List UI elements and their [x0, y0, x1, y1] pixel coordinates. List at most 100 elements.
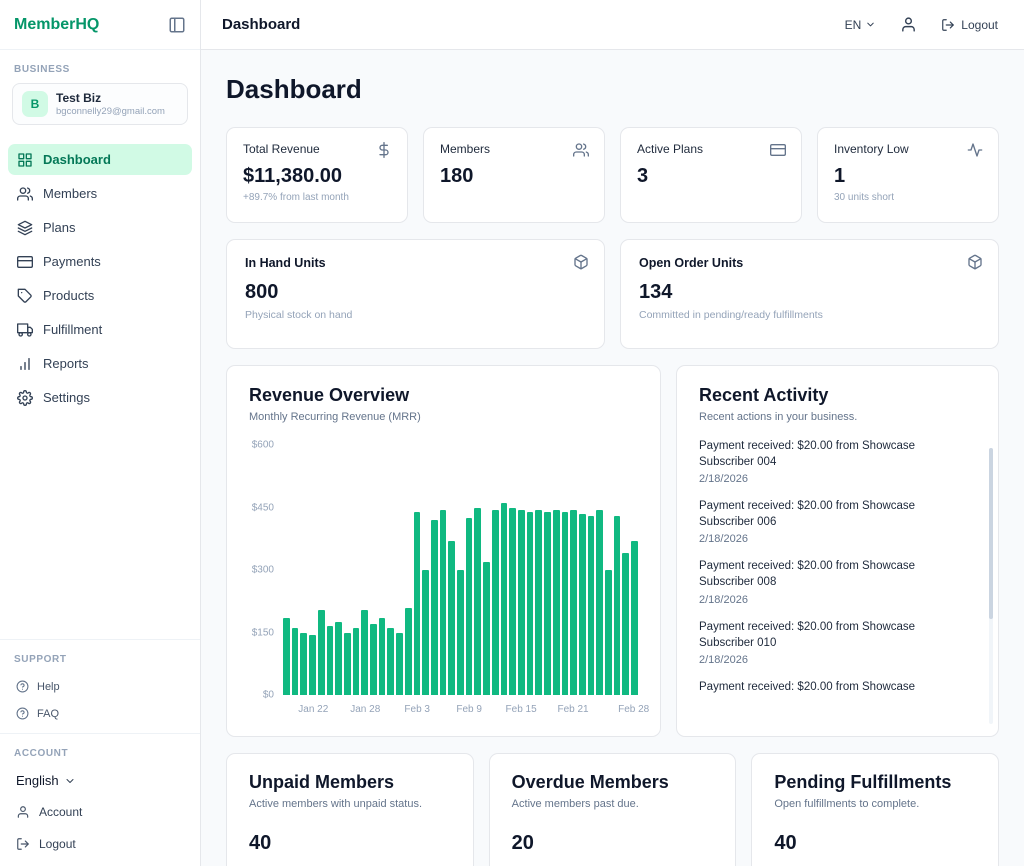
chart-bar	[474, 508, 481, 696]
sidebar-item-fulfillment[interactable]: Fulfillment	[8, 314, 192, 345]
sidebar-item-account[interactable]: Account	[0, 796, 200, 828]
chart-bar	[422, 570, 429, 695]
activity-text: Payment received: $20.00 from Showcase S…	[699, 438, 964, 470]
charts-row: Revenue Overview Monthly Recurring Reven…	[226, 365, 999, 737]
app-root: MemberHQ BUSINESS B Test Biz bgconnelly2…	[0, 0, 1024, 866]
activity-scrollbar-thumb[interactable]	[989, 448, 993, 619]
language-label: English	[16, 773, 59, 788]
chart-bar	[588, 516, 595, 695]
logout-button[interactable]: Logout	[941, 18, 998, 32]
chart-bar	[344, 633, 351, 696]
chart-bar	[448, 541, 455, 695]
support-section: SUPPORT Help FAQ	[0, 639, 200, 733]
x-axis-tick-label: Feb 21	[557, 704, 588, 715]
stat-label: Active Plans	[637, 142, 785, 156]
sidebar-item-reports[interactable]: Reports	[8, 348, 192, 379]
stat-sub: 30 units short	[834, 192, 982, 203]
business-avatar: B	[22, 91, 48, 117]
stat-sub: +89.7% from last month	[243, 192, 391, 203]
stat-label: Members	[440, 142, 588, 156]
topbar: Dashboard EN Logout	[201, 0, 1024, 50]
x-axis-tick-label: Feb 3	[404, 704, 430, 715]
chart-bar	[370, 624, 377, 695]
activity-list-item: Payment received: $20.00 from Showcase	[699, 679, 964, 695]
stats-row: Total Revenue $11,380.00 +89.7% from las…	[226, 127, 999, 223]
sidebar-item-settings[interactable]: Settings	[8, 382, 192, 413]
members-icon	[17, 186, 33, 202]
activity-list-item: Payment received: $20.00 from Showcase S…	[699, 558, 964, 605]
activity-scrollbar[interactable]	[989, 448, 993, 724]
y-axis-tick-label: $0	[263, 690, 274, 701]
sidebar-item-label: Members	[43, 186, 97, 201]
stat-card-active-plans: Active Plans 3	[620, 127, 802, 223]
logout-icon	[941, 18, 955, 32]
collapse-sidebar-icon[interactable]	[168, 16, 186, 34]
sidebar-item-members[interactable]: Members	[8, 178, 192, 209]
account-section-label: ACCOUNT	[0, 734, 200, 767]
chart-bar	[544, 512, 551, 695]
account-label: Account	[39, 805, 82, 819]
activity-date: 2/18/2026	[699, 533, 964, 545]
chart-bar	[318, 610, 325, 695]
sidebar-item-plans[interactable]: Plans	[8, 212, 192, 243]
sidebar-header: MemberHQ	[0, 0, 200, 50]
sidebar: MemberHQ BUSINESS B Test Biz bgconnelly2…	[0, 0, 201, 866]
main-area: Dashboard EN Logout Dashboard Total Reve…	[201, 0, 1024, 866]
chart-bar	[379, 618, 386, 695]
activity-list: Payment received: $20.00 from Showcase S…	[699, 438, 976, 720]
user-menu-icon[interactable]	[900, 16, 917, 33]
bottom-card-title: Pending Fulfillments	[774, 772, 976, 793]
chart-y-axis: $0$150$300$450$600	[249, 445, 283, 695]
activity-text: Payment received: $20.00 from Showcase S…	[699, 619, 964, 651]
sidebar-item-products[interactable]: Products	[8, 280, 192, 311]
chart-bar	[518, 510, 525, 695]
stat-card-inventory-low: Inventory Low 1 30 units short	[817, 127, 999, 223]
language-dropdown[interactable]: EN	[845, 18, 877, 32]
sidebar-item-label: Reports	[43, 356, 89, 371]
page-title: Dashboard	[226, 74, 999, 105]
unit-sub: Committed in pending/ready fulfillments	[639, 309, 980, 321]
business-switcher[interactable]: B Test Biz bgconnelly29@gmail.com	[12, 83, 188, 125]
faq-label: FAQ	[37, 708, 59, 720]
bottom-card-value: 40	[249, 832, 451, 855]
chart-bar	[292, 628, 299, 695]
activity-date: 2/18/2026	[699, 654, 964, 666]
sidebar-item-logout[interactable]: Logout	[0, 828, 200, 860]
chart-bar	[562, 512, 569, 695]
unpaid-members-card: Unpaid Members Active members with unpai…	[226, 753, 474, 866]
chart-plot-area: Jan 22Jan 28Feb 3Feb 9Feb 15Feb 21Feb 28	[283, 445, 638, 717]
activity-list-item: Payment received: $20.00 from Showcase S…	[699, 438, 964, 485]
stat-label: Total Revenue	[243, 142, 391, 156]
sidebar-item-dashboard[interactable]: Dashboard	[8, 144, 192, 175]
activity-text: Payment received: $20.00 from Showcase S…	[699, 498, 964, 530]
language-selector[interactable]: English	[0, 767, 200, 796]
revenue-card-title: Revenue Overview	[249, 385, 638, 406]
sidebar-bottom: SUPPORT Help FAQ ACCOUNT English	[0, 639, 200, 866]
chart-bar	[527, 512, 534, 695]
stat-value: 180	[440, 165, 588, 188]
bottom-cards-row: Unpaid Members Active members with unpai…	[226, 753, 999, 866]
stat-value: 3	[637, 165, 785, 188]
plans-icon	[17, 220, 33, 236]
chart-bar	[535, 510, 542, 695]
stat-label: Inventory Low	[834, 142, 982, 156]
chart-bar	[631, 541, 638, 695]
sidebar-item-payments[interactable]: Payments	[8, 246, 192, 277]
support-section-label: SUPPORT	[0, 640, 200, 673]
help-circle-icon	[16, 680, 29, 693]
stat-card-total-revenue: Total Revenue $11,380.00 +89.7% from las…	[226, 127, 408, 223]
bottom-card-title: Unpaid Members	[249, 772, 451, 793]
sidebar-item-label: Payments	[43, 254, 101, 269]
unit-value: 800	[245, 281, 586, 304]
business-section-label: BUSINESS	[0, 50, 200, 83]
dashboard-icon	[17, 152, 33, 168]
stat-card-members: Members 180	[423, 127, 605, 223]
chart-bar	[335, 622, 342, 695]
chart-bar	[396, 633, 403, 696]
y-axis-tick-label: $450	[252, 502, 274, 513]
sidebar-item-faq[interactable]: FAQ	[0, 700, 200, 727]
bottom-card-value: 40	[774, 832, 976, 855]
credit-card-icon	[770, 142, 786, 158]
sidebar-item-help[interactable]: Help	[0, 673, 200, 700]
settings-icon	[17, 390, 33, 406]
